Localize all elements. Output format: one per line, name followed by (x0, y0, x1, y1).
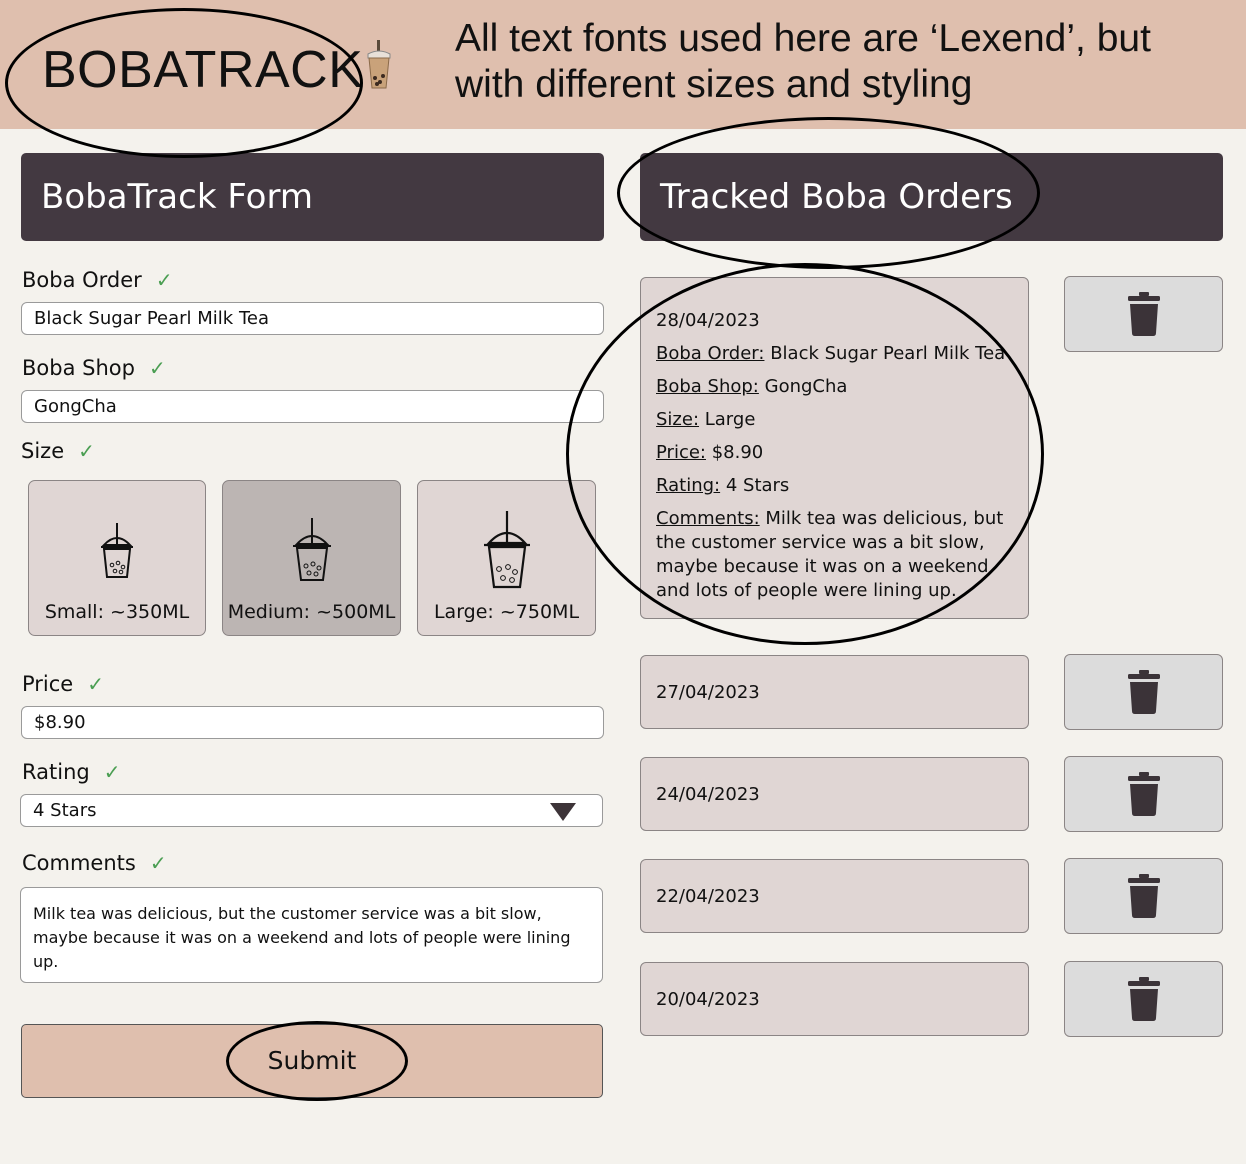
boba-shop-input[interactable]: GongCha (21, 390, 604, 423)
order-card[interactable]: 27/04/2023 (640, 655, 1029, 729)
order-detail-price: Price: $8.90 (656, 436, 1013, 469)
order-field-label: Boba Order: (656, 343, 765, 364)
comments-label-text: Comments (22, 851, 136, 875)
trash-icon (1127, 772, 1160, 816)
order-detail-shop: Boba Shop: GongCha (656, 370, 1013, 403)
boba-order-label: Boba Order ✓ (22, 268, 173, 292)
rating-label: Rating ✓ (22, 760, 120, 784)
delete-order-button[interactable] (1064, 276, 1223, 352)
order-card-expanded[interactable]: 28/04/2023 Boba Order: Black Sugar Pearl… (640, 277, 1029, 619)
order-field-value: Large (704, 409, 756, 430)
order-field-label: Comments: (656, 508, 760, 529)
boba-order-label-text: Boba Order (22, 268, 142, 292)
order-field-value: Black Sugar Pearl Milk Tea (770, 343, 1006, 364)
order-detail-rating: Rating: 4 Stars (656, 469, 1013, 502)
price-label: Price ✓ (22, 672, 104, 696)
order-detail-size: Size: Large (656, 403, 1013, 436)
order-field-value: $8.90 (711, 442, 764, 463)
trash-icon (1127, 292, 1160, 336)
order-field-value: GongCha (764, 376, 848, 397)
order-field-label: Rating: (656, 475, 721, 496)
size-label: Size ✓ (21, 439, 95, 463)
delete-order-button[interactable] (1064, 654, 1223, 730)
check-icon: ✓ (78, 439, 95, 463)
font-note: All text fonts used here are ‘Lexend’, b… (455, 17, 1151, 106)
trash-icon (1127, 670, 1160, 714)
boba-shop-label-text: Boba Shop (22, 356, 135, 380)
order-detail-order: Boba Order: Black Sugar Pearl Milk Tea (656, 337, 1013, 370)
comments-textarea[interactable]: Milk tea was delicious, but the customer… (20, 887, 603, 983)
boba-order-input[interactable]: Black Sugar Pearl Milk Tea (21, 302, 604, 335)
order-field-label: Size: (656, 409, 700, 430)
size-option-small[interactable]: Small: ~350ML (28, 480, 206, 636)
check-icon: ✓ (148, 356, 166, 380)
boba-cup-icon (483, 511, 530, 589)
size-label-text: Size (21, 439, 65, 463)
size-option-large[interactable]: Large: ~750ML (417, 480, 596, 636)
boba-cup-icon (101, 523, 133, 578)
order-field-label: Price: (656, 442, 706, 463)
order-date: 28/04/2023 (656, 310, 760, 331)
order-card[interactable]: 24/04/2023 (640, 757, 1029, 831)
check-icon: ✓ (87, 672, 104, 696)
size-option-label: Large: ~750ML (433, 601, 580, 623)
price-input[interactable]: $8.90 (21, 706, 604, 739)
comments-label: Comments ✓ (22, 851, 167, 875)
form-panel-title: BobaTrack Form (21, 153, 604, 241)
order-field-value: 4 Stars (725, 475, 790, 496)
rating-select[interactable]: 4 Stars (20, 794, 603, 827)
delete-order-button[interactable] (1064, 756, 1223, 832)
order-detail-comments: Comments: Milk tea was delicious, but th… (656, 507, 1013, 603)
order-card[interactable]: 20/04/2023 (640, 962, 1029, 1036)
rating-select-value: 4 Stars (33, 800, 97, 821)
rating-label-text: Rating (22, 760, 90, 784)
dropdown-arrow-icon[interactable] (550, 803, 576, 821)
boba-shop-label: Boba Shop ✓ (22, 356, 166, 380)
check-icon: ✓ (149, 851, 167, 875)
submit-button[interactable]: Submit (21, 1024, 603, 1098)
orders-panel-title: Tracked Boba Orders (640, 153, 1223, 241)
size-option-label: Medium: ~500ML (227, 601, 396, 623)
price-label-text: Price (22, 672, 74, 696)
boba-cup-emoji-icon (364, 40, 394, 92)
trash-icon (1127, 874, 1160, 918)
check-icon: ✓ (155, 268, 173, 292)
boba-cup-icon (292, 518, 331, 581)
order-field-label: Boba Shop: (656, 376, 759, 397)
size-option-medium[interactable]: Medium: ~500ML (222, 480, 401, 636)
order-card[interactable]: 22/04/2023 (640, 859, 1029, 933)
trash-icon (1127, 977, 1160, 1021)
delete-order-button[interactable] (1064, 961, 1223, 1037)
check-icon: ✓ (103, 760, 121, 784)
size-option-label: Small: ~350ML (44, 601, 190, 623)
delete-order-button[interactable] (1064, 858, 1223, 934)
app-logo[interactable]: BOBATRACK (42, 40, 363, 100)
